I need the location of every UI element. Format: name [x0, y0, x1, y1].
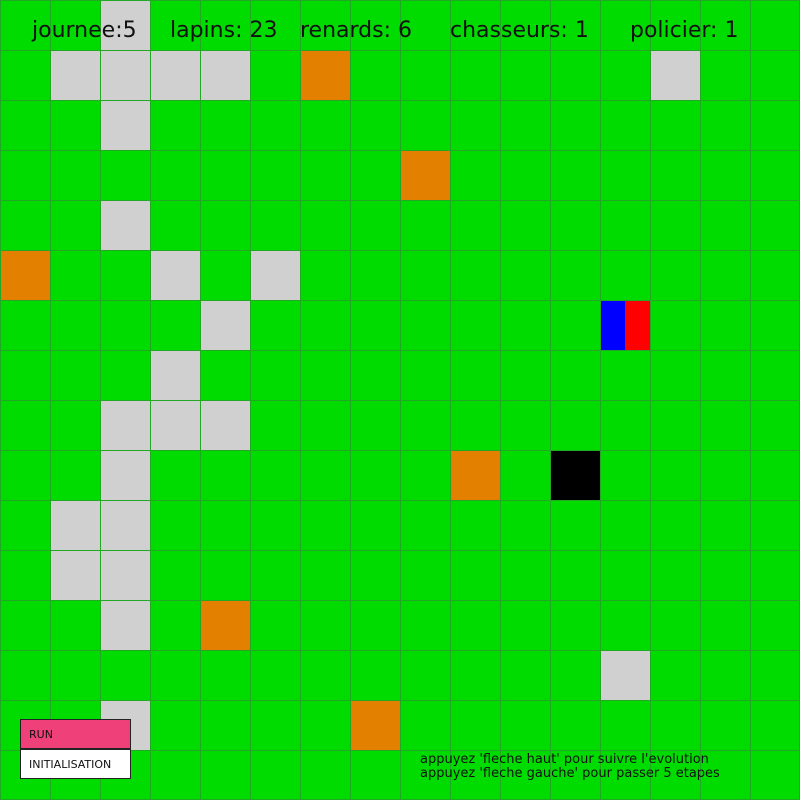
stats-bar: journee:5 lapins: 23 renards: 6 chasseur…	[0, 18, 800, 52]
fox-cell	[450, 450, 500, 500]
rabbit-cell	[650, 50, 700, 100]
grid-line-horizontal	[0, 550, 800, 551]
grid-line-horizontal	[0, 300, 800, 301]
rabbit-cell	[250, 250, 300, 300]
grid-line-horizontal	[0, 450, 800, 451]
grid-line-horizontal	[0, 200, 800, 201]
rabbit-cell	[100, 600, 150, 650]
fox-cell	[400, 150, 450, 200]
rabbit-cell	[100, 400, 150, 450]
grid-line-horizontal	[0, 100, 800, 101]
rabbit-cell	[50, 500, 100, 550]
grid-line-horizontal	[0, 650, 800, 651]
rabbit-cell	[100, 450, 150, 500]
grid-line-horizontal	[0, 600, 800, 601]
help-text: appuyez 'fleche haut' pour suivre l'evol…	[420, 753, 720, 781]
grid-line-horizontal	[0, 350, 800, 351]
policeman-cell	[600, 300, 650, 350]
game-board	[0, 0, 800, 800]
grid-line-horizontal	[0, 150, 800, 151]
rabbit-cell	[150, 250, 200, 300]
fox-cell	[350, 700, 400, 750]
rabbit-cell	[150, 350, 200, 400]
rabbit-cell	[150, 400, 200, 450]
rabbit-cell	[100, 100, 150, 150]
policeman-red-half	[625, 300, 650, 350]
rabbit-cell	[50, 550, 100, 600]
rabbit-cell	[600, 650, 650, 700]
grid-line-horizontal	[0, 400, 800, 401]
rabbit-cell	[100, 500, 150, 550]
rabbit-cell	[100, 200, 150, 250]
fox-count: renards: 6	[300, 18, 413, 43]
rabbit-cell	[50, 50, 100, 100]
hunter-count: chasseurs: 1	[450, 18, 589, 43]
rabbit-cell	[100, 50, 150, 100]
fox-cell	[300, 50, 350, 100]
rabbit-count: lapins: 23	[170, 18, 278, 43]
policeman-count: policier: 1	[630, 18, 739, 43]
rabbit-cell	[200, 300, 250, 350]
rabbit-cell	[200, 400, 250, 450]
rabbit-cell	[100, 550, 150, 600]
day-counter: journee:5	[32, 18, 137, 43]
rabbit-cell	[200, 50, 250, 100]
grid-line-horizontal	[0, 250, 800, 251]
policeman-blue-half	[600, 300, 625, 350]
hunter-cell	[550, 450, 600, 500]
fox-cell	[0, 250, 50, 300]
grid-line-horizontal	[0, 500, 800, 501]
grid-line-horizontal	[0, 0, 800, 1]
initialisation-button[interactable]: INITIALISATION	[20, 749, 131, 779]
fox-cell	[200, 600, 250, 650]
help-line-left-arrow: appuyez 'fleche gauche' pour passer 5 et…	[420, 766, 720, 781]
grid-line-horizontal	[0, 700, 800, 701]
run-button[interactable]: RUN	[20, 719, 131, 749]
rabbit-cell	[150, 50, 200, 100]
help-line-up-arrow: appuyez 'fleche haut' pour suivre l'evol…	[420, 752, 709, 767]
